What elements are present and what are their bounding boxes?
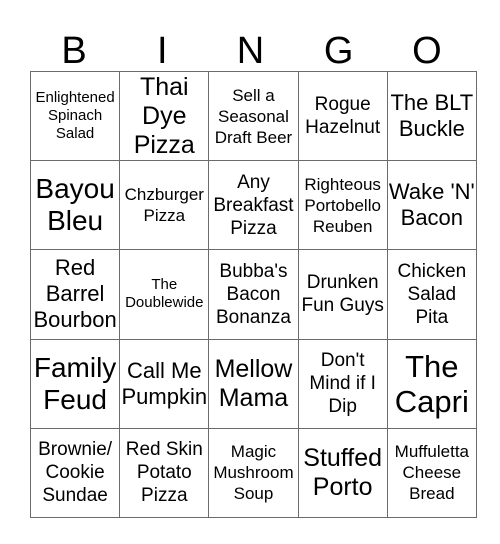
bingo-cell[interactable]: Chicken Salad Pita: [386, 249, 477, 340]
bingo-cell-label: Brownie/ Cookie Sundae: [38, 439, 113, 507]
bingo-cell[interactable]: Any Breakfast Pizza: [208, 160, 299, 251]
bingo-cell-label: The Capri: [394, 348, 469, 419]
bingo-cell[interactable]: Muffuletta Cheese Bread: [386, 427, 477, 518]
bingo-cell-label: Family Feud: [33, 351, 117, 415]
bingo-cell-label: The BLT Buckle: [390, 90, 474, 142]
bingo-cell[interactable]: Family Feud: [29, 338, 121, 429]
bingo-cell[interactable]: Don't Mind if I Dip: [297, 338, 388, 429]
bingo-row: Enlightened Spinach Salad Thai Dye Pizza…: [29, 70, 477, 162]
bingo-cell-label: Enlightened Spinach Salad: [35, 89, 115, 143]
bingo-cell[interactable]: Righteous Portobello Reuben: [297, 160, 388, 251]
bingo-cell-label: Righteous Portobello Reuben: [304, 174, 381, 236]
bingo-header-letter-g: G: [323, 30, 354, 72]
bingo-cell[interactable]: Wake 'N' Bacon: [386, 160, 477, 251]
bingo-cell[interactable]: Sell a Seasonal Draft Beer: [208, 70, 299, 162]
bingo-cell-label: Drunken Fun Guys: [301, 272, 384, 317]
bingo-cell[interactable]: Bayou Bleu: [29, 160, 121, 251]
bingo-cell-label: Call Me Pumpkin: [121, 357, 208, 409]
bingo-cell-label: Rogue Hazelnut: [305, 94, 381, 139]
bingo-cell[interactable]: Mellow Mama: [208, 338, 299, 429]
bingo-header-letter-n: N: [236, 30, 265, 72]
bingo-cell-label: The Doublewide: [125, 276, 204, 312]
bingo-cell-label: Sell a Seasonal Draft Beer: [214, 85, 293, 147]
bingo-cell[interactable]: Bubba's Bacon Bonanza: [208, 249, 299, 340]
bingo-header-row: B I N G O: [30, 10, 471, 71]
bingo-cell[interactable]: Magic Mushroom Soup: [208, 427, 299, 518]
bingo-cell[interactable]: Brownie/ Cookie Sundae: [29, 427, 121, 518]
bingo-cell[interactable]: Rogue Hazelnut: [297, 70, 388, 162]
bingo-cell-label: Bubba's Bacon Bonanza: [215, 260, 291, 328]
bingo-cell-label: Wake 'N' Bacon: [388, 179, 475, 231]
bingo-cell[interactable]: The Doublewide: [119, 249, 210, 340]
bingo-cell-label: Mellow Mama: [214, 354, 293, 412]
bingo-cell[interactable]: Thai Dye Pizza: [119, 70, 210, 162]
bingo-cell[interactable]: Call Me Pumpkin: [119, 338, 210, 429]
bingo-cell-label: Red Skin Potato Pizza: [125, 439, 203, 507]
bingo-cell-label: Magic Mushroom Soup: [213, 442, 294, 504]
bingo-cell-label: Chicken Salad Pita: [397, 260, 467, 328]
bingo-cell-label: Stuffed Porto: [303, 443, 383, 501]
bingo-card: B I N G O Enlightened Spinach Salad Thai…: [29, 10, 477, 518]
bingo-cell-label: Red Barrel Bourbon: [33, 255, 117, 333]
bingo-cell[interactable]: Enlightened Spinach Salad: [29, 70, 121, 162]
bingo-header-letter-i: I: [157, 30, 168, 72]
bingo-row: Bayou Bleu Chzburger Pizza Any Breakfast…: [29, 160, 477, 251]
bingo-header-letter-o: O: [412, 30, 442, 72]
bingo-cell-label: Bayou Bleu: [35, 173, 115, 237]
bingo-header-letter-b: B: [61, 30, 87, 72]
bingo-cell[interactable]: Stuffed Porto: [297, 427, 388, 518]
bingo-cell[interactable]: The BLT Buckle: [386, 70, 477, 162]
bingo-cell-label: Any Breakfast Pizza: [213, 171, 294, 239]
bingo-cell-label: Don't Mind if I Dip: [309, 350, 376, 418]
bingo-cell[interactable]: Red Barrel Bourbon: [29, 249, 121, 340]
bingo-cell[interactable]: Red Skin Potato Pizza: [119, 427, 210, 518]
bingo-cell[interactable]: Drunken Fun Guys: [297, 249, 388, 340]
bingo-cell-label: Chzburger Pizza: [124, 185, 204, 226]
bingo-cell[interactable]: Chzburger Pizza: [119, 160, 210, 251]
bingo-cell[interactable]: The Capri: [386, 338, 477, 429]
bingo-cell-label: Muffuletta Cheese Bread: [394, 442, 470, 504]
bingo-cell-label: Thai Dye Pizza: [133, 72, 195, 159]
bingo-row: Family Feud Call Me Pumpkin Mellow Mama …: [29, 338, 477, 429]
bingo-grid: Enlightened Spinach Salad Thai Dye Pizza…: [29, 70, 477, 518]
bingo-row: Red Barrel Bourbon The Doublewide Bubba'…: [29, 249, 477, 340]
bingo-row: Brownie/ Cookie Sundae Red Skin Potato P…: [29, 427, 477, 518]
